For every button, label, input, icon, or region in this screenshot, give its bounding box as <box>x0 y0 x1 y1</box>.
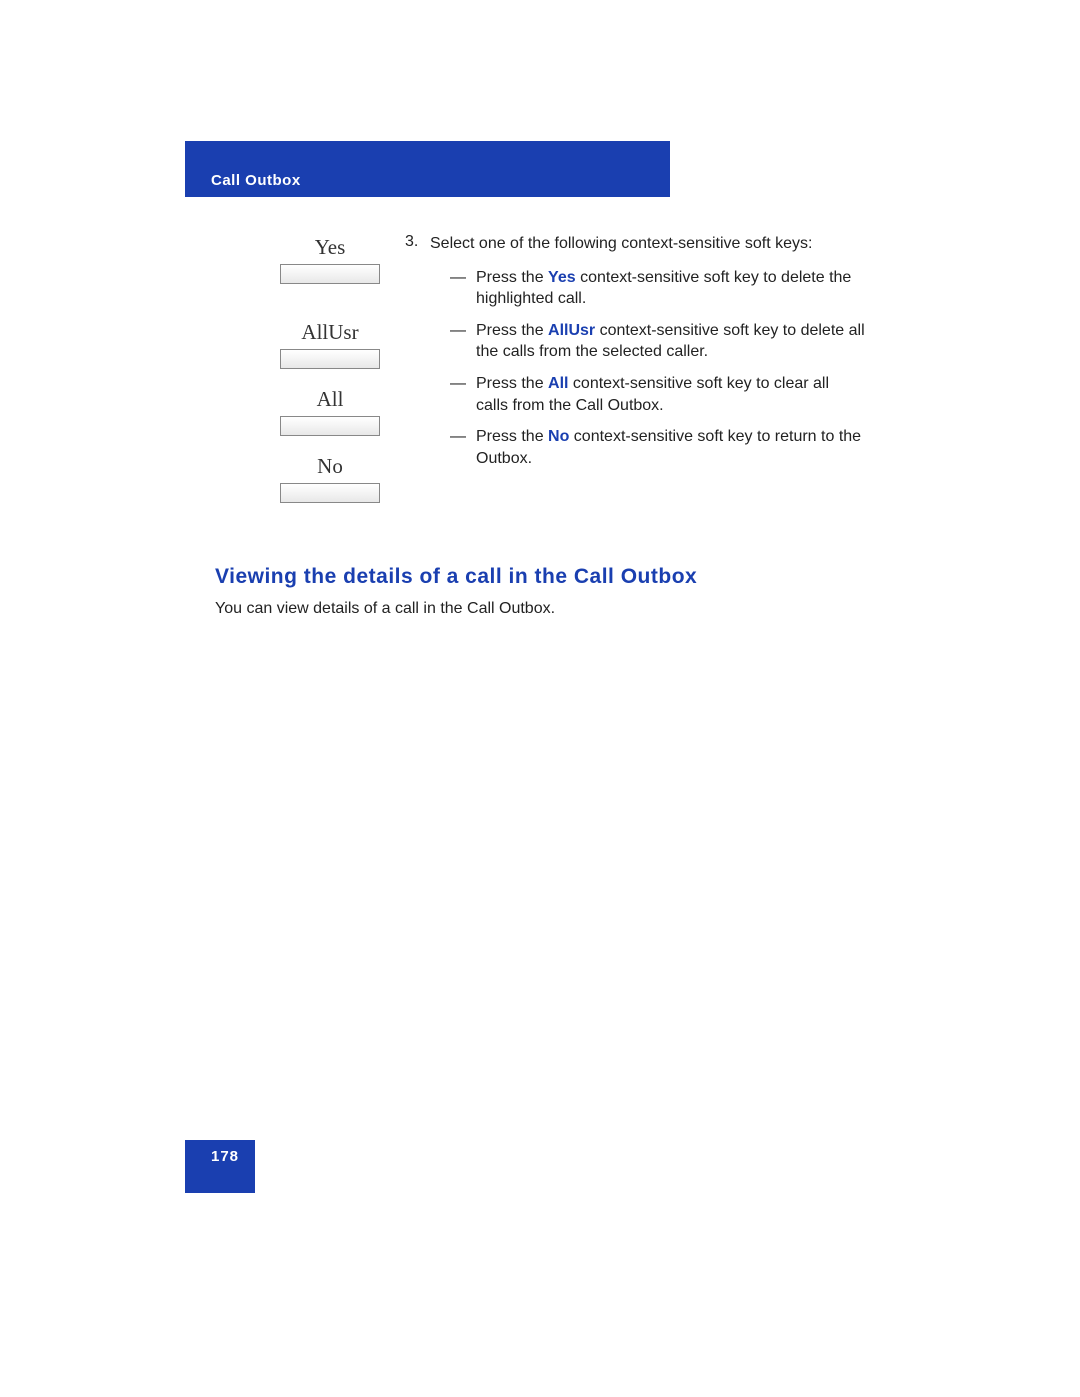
bullet-text: Press the No context-sensitive soft key … <box>476 426 865 469</box>
softkey-column: Yes AllUsr All No <box>260 235 400 521</box>
bullet-item-yes: — Press the Yes context-sensitive soft k… <box>450 267 865 310</box>
softkey-label-allusr: AllUsr <box>260 320 400 345</box>
softkey-allusr: AllUsr <box>260 320 400 369</box>
dash-icon: — <box>450 320 466 363</box>
section-heading: Viewing the details of a call in the Cal… <box>215 565 697 589</box>
softkey-yes: Yes <box>260 235 400 284</box>
bullet-list: — Press the Yes context-sensitive soft k… <box>430 267 865 470</box>
bullet-text: Press the All context-sensitive soft key… <box>476 373 865 416</box>
dash-icon: — <box>450 373 466 416</box>
dash-icon: — <box>450 267 466 310</box>
step-intro: Select one of the following context-sens… <box>430 233 865 255</box>
softkey-button-yes <box>280 264 380 284</box>
softkey-button-allusr <box>280 349 380 369</box>
step-number: 3. <box>405 233 418 251</box>
softkey-all: All <box>260 387 400 436</box>
softkey-button-all <box>280 416 380 436</box>
bullet-item-no: — Press the No context-sensitive soft ke… <box>450 426 865 469</box>
softkey-label-all: All <box>260 387 400 412</box>
softkey-label-yes: Yes <box>260 235 400 260</box>
bullet-text: Press the Yes context-sensitive soft key… <box>476 267 865 310</box>
instruction-column: 3. Select one of the following context-s… <box>430 233 865 479</box>
softkey-button-no <box>280 483 380 503</box>
softkey-label-no: No <box>260 454 400 479</box>
bullet-text: Press the AllUsr context-sensitive soft … <box>476 320 865 363</box>
bullet-item-allusr: — Press the AllUsr context-sensitive sof… <box>450 320 865 363</box>
bullet-item-all: — Press the All context-sensitive soft k… <box>450 373 865 416</box>
header-title: Call Outbox <box>211 172 301 189</box>
section-body: You can view details of a call in the Ca… <box>215 600 555 618</box>
page-number: 178 <box>211 1148 239 1165</box>
dash-icon: — <box>450 426 466 469</box>
footer-bar: 178 <box>185 1140 255 1193</box>
softkey-no: No <box>260 454 400 503</box>
header-bar: Call Outbox <box>185 141 670 197</box>
